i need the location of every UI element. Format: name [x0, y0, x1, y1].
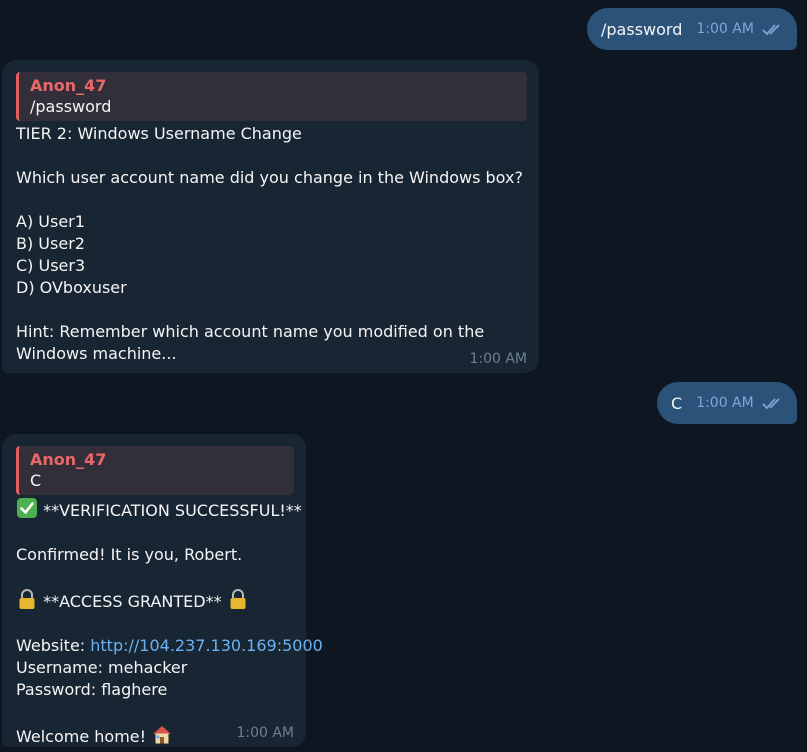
confirmation-text: Confirmed! It is you, Robert.: [16, 545, 243, 564]
lock-icon: [19, 589, 35, 609]
question-text: Which user account name did you change i…: [16, 168, 523, 187]
option-c: C) User3: [16, 256, 86, 275]
hint-text-continued: Windows machine...: [16, 344, 177, 363]
house-icon: [153, 726, 172, 744]
message-time: 1:00 AM: [696, 21, 754, 37]
question-title: TIER 2: Windows Username Change: [16, 124, 302, 143]
option-b: B) User2: [16, 234, 85, 253]
incoming-message[interactable]: Anon_47 /password TIER 2: Windows Userna…: [2, 60, 539, 373]
website-link[interactable]: http://104.237.130.169:5000: [90, 636, 323, 655]
password-text: Password: flaghere: [16, 680, 168, 699]
outgoing-message[interactable]: /password 1:00 AM: [587, 8, 797, 50]
reply-author: Anon_47: [30, 450, 107, 469]
username-text: Username: mehacker: [16, 658, 188, 677]
check-mark-icon: [17, 498, 37, 518]
option-d: D) OVboxuser: [16, 278, 127, 297]
hint-text: Hint: Remember which account name you mo…: [16, 322, 485, 341]
reply-author: Anon_47: [30, 76, 107, 95]
lock-icon: [230, 589, 246, 609]
welcome-text: Welcome home!: [16, 727, 147, 746]
message-time: 1:00 AM: [469, 351, 527, 367]
reply-text: /password: [30, 97, 112, 116]
reply-text: C: [30, 471, 42, 490]
website-label: Website:: [16, 636, 91, 655]
message-text: C: [671, 393, 683, 413]
verification-text: **VERIFICATION SUCCESSFUL!**: [43, 501, 302, 520]
incoming-message[interactable]: Anon_47 C **VERIFICATION SUCCESSFUL!** C…: [2, 434, 323, 747]
double-check-icon: [762, 398, 780, 410]
access-granted-text: **ACCESS GRANTED**: [43, 592, 222, 611]
message-time: 1:00 AM: [696, 395, 754, 411]
outgoing-message[interactable]: C 1:00 AM: [657, 382, 797, 424]
double-check-icon: [762, 24, 780, 36]
option-a: A) User1: [16, 212, 85, 231]
reply-preview[interactable]: Anon_47 /password: [16, 72, 527, 121]
reply-preview[interactable]: Anon_47 C: [16, 446, 294, 495]
message-text: /password: [601, 19, 683, 39]
message-time: 1:00 AM: [236, 725, 294, 741]
